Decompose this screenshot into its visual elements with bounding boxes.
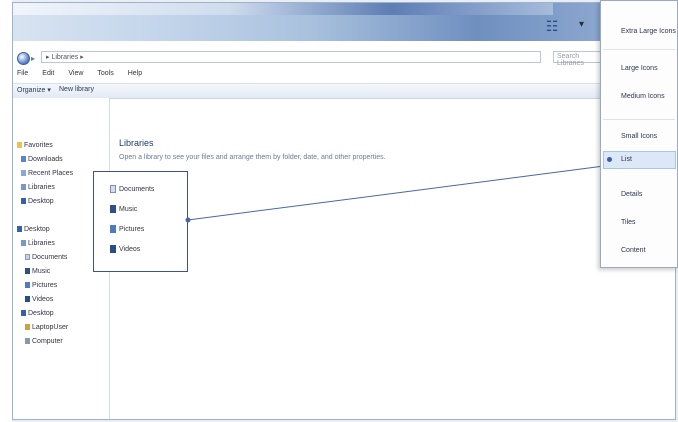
nav-tree-music[interactable]: Music	[25, 268, 50, 275]
libraries-list-highlight: Documents Music Pictures Videos	[93, 171, 188, 272]
menu-divider	[603, 119, 675, 120]
selected-bullet-icon	[607, 157, 612, 162]
nav-tree-desktop-2[interactable]: Desktop	[21, 310, 54, 317]
view-grid-icon: ☷	[545, 18, 559, 34]
nav-tree-documents[interactable]: Documents	[25, 254, 67, 261]
library-videos[interactable]: Videos	[110, 245, 140, 253]
menu-divider	[603, 49, 675, 50]
menu-bar: File Edit View Tools Help	[15, 69, 144, 81]
music-icon	[25, 268, 30, 274]
view-menu-extra-large-icons[interactable]: Extra Large Icons	[621, 28, 676, 35]
title-bar-highlight	[13, 3, 553, 15]
view-options-button[interactable]: ☷	[543, 17, 561, 35]
view-menu-medium-icons[interactable]: Medium Icons	[621, 93, 665, 100]
view-menu-small-icons[interactable]: Small Icons	[621, 133, 657, 140]
document-icon	[110, 185, 116, 193]
organize-button[interactable]: Organize ▾	[17, 86, 51, 94]
music-icon	[110, 205, 116, 213]
back-button[interactable]	[17, 52, 30, 65]
nav-tree-pictures[interactable]: Pictures	[25, 282, 57, 289]
command-bar: Organize ▾ New library	[13, 83, 675, 99]
recent-places-icon	[21, 170, 26, 176]
view-options-menu: Extra Large Icons Large Icons Medium Ico…	[600, 0, 678, 268]
page-subtitle: Open a library to see your files and arr…	[119, 154, 386, 161]
nav-tree-laptopuser[interactable]: LaptopUser	[25, 324, 68, 331]
library-icon	[21, 240, 26, 246]
videos-icon	[25, 296, 30, 302]
desktop-icon	[21, 198, 26, 204]
view-menu-tiles[interactable]: Tiles	[621, 219, 636, 226]
nav-tree-desktop[interactable]: Desktop	[17, 226, 50, 233]
library-pictures[interactable]: Pictures	[110, 225, 144, 233]
menu-edit[interactable]: Edit	[40, 69, 56, 81]
pictures-icon	[110, 225, 116, 233]
pictures-icon	[25, 282, 30, 288]
view-dropdown-arrow-icon[interactable]: ▾	[579, 19, 584, 30]
library-documents[interactable]: Documents	[110, 185, 154, 193]
document-icon	[25, 254, 30, 260]
nav-desktop[interactable]: Desktop	[21, 198, 54, 205]
nav-libraries[interactable]: Libraries	[21, 184, 55, 191]
library-music[interactable]: Music	[110, 205, 137, 213]
menu-help[interactable]: Help	[126, 69, 144, 81]
view-menu-content[interactable]: Content	[621, 247, 646, 254]
screen-edge	[0, 0, 12, 422]
star-icon	[17, 142, 22, 148]
desktop-icon	[17, 226, 22, 232]
new-library-button[interactable]: New library	[59, 86, 94, 93]
nav-downloads[interactable]: Downloads	[21, 156, 63, 163]
download-folder-icon	[21, 156, 26, 162]
menu-file[interactable]: File	[15, 69, 30, 81]
nav-tree-libraries[interactable]: Libraries	[21, 240, 55, 247]
address-bar[interactable]: ▸ Libraries ▸	[41, 51, 541, 63]
forward-button[interactable]: ▸	[31, 54, 35, 63]
videos-icon	[110, 245, 116, 253]
computer-icon	[25, 338, 30, 344]
menu-tools[interactable]: Tools	[95, 69, 115, 81]
menu-view[interactable]: View	[66, 69, 85, 81]
selected-item-highlight	[603, 151, 676, 169]
nav-tree-computer[interactable]: Computer	[25, 338, 63, 345]
nav-tree-videos[interactable]: Videos	[25, 296, 53, 303]
view-menu-large-icons[interactable]: Large Icons	[621, 65, 658, 72]
desktop-icon	[21, 310, 26, 316]
page-title: Libraries	[119, 138, 154, 148]
nav-recent-places[interactable]: Recent Places	[21, 170, 73, 177]
nav-favorites[interactable]: Favorites	[17, 142, 53, 149]
view-menu-list[interactable]: List	[621, 156, 632, 163]
view-menu-details[interactable]: Details	[621, 191, 642, 198]
user-folder-icon	[25, 324, 30, 330]
library-icon	[21, 184, 26, 190]
